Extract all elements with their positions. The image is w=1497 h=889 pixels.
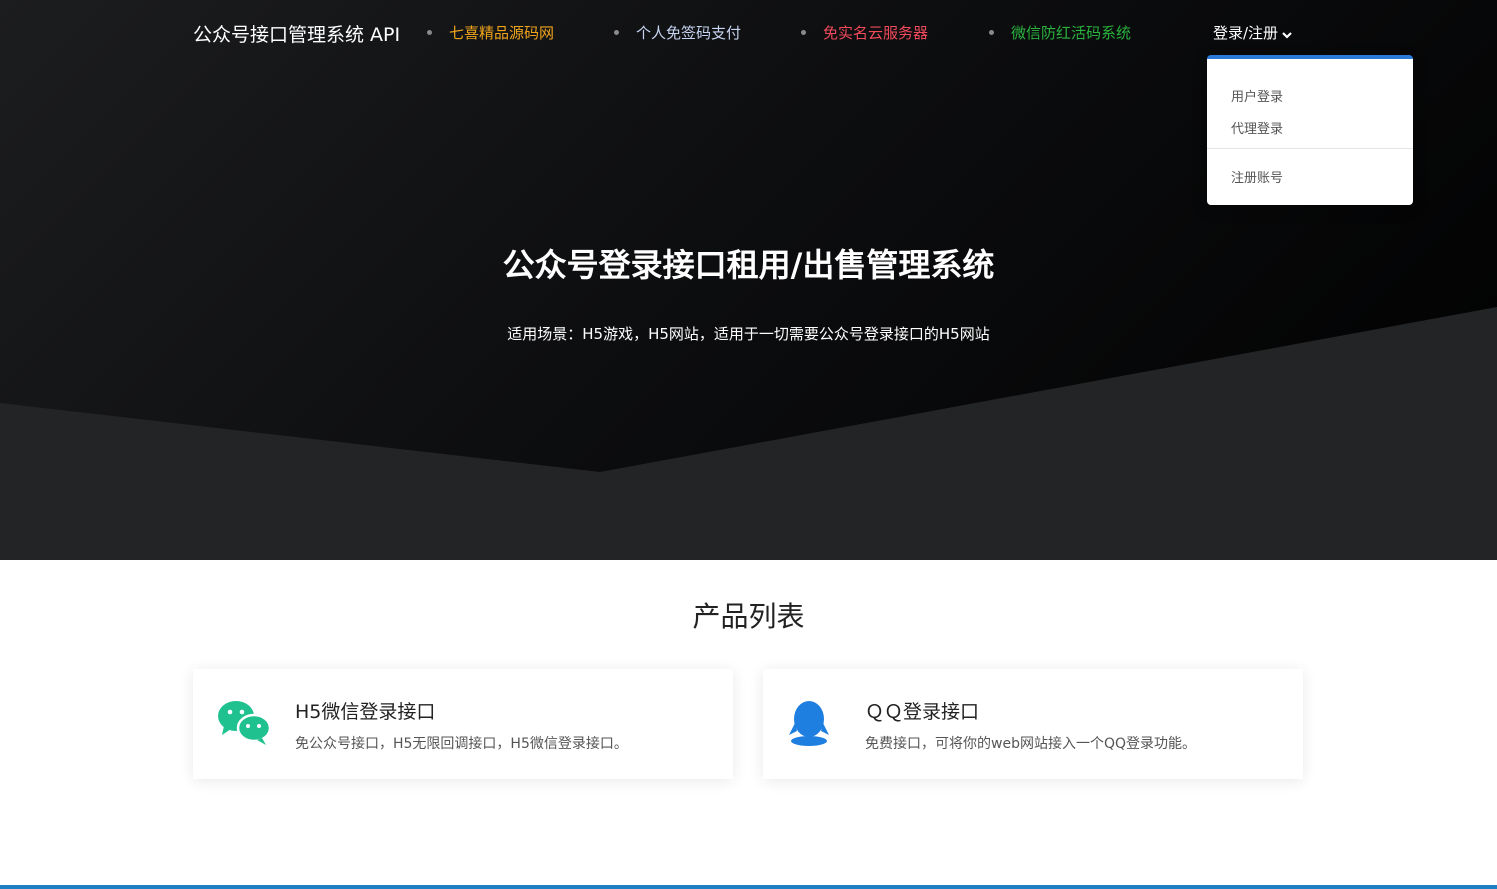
chevron-down-icon [1281, 27, 1293, 39]
nav-link-wechat-qrcode[interactable]: 微信防红活码系统 [1011, 22, 1131, 43]
product-card-wechat[interactable]: H5微信登录接口 免公众号接口，H5无限回调接口，H5微信登录接口。 [193, 669, 733, 779]
menu-item-agent-login[interactable]: 代理登录 [1231, 118, 1283, 137]
products-section-title: 产品列表 [692, 600, 805, 633]
nav-link-payment[interactable]: 个人免签码支付 [636, 22, 741, 43]
bottom-accent-bar [0, 885, 1497, 889]
nav-separator-dot [989, 30, 994, 35]
nav-link-cloud-server[interactable]: 免实名云服务器 [823, 22, 928, 43]
wechat-icon [217, 697, 272, 747]
nav-separator-dot [614, 30, 619, 35]
hero-subtitle: 适用场景：H5游戏，H5网站，适用于一切需要公众号登录接口的H5网站 [507, 325, 990, 343]
nav-separator-dot [427, 30, 432, 35]
product-title: ＱＱ登录接口 [865, 701, 980, 723]
menu-divider [1207, 148, 1413, 149]
product-description: 免公众号接口，H5无限回调接口，H5微信登录接口。 [295, 736, 628, 752]
hero-title: 公众号登录接口租用/出售管理系统 [502, 246, 995, 284]
login-register-label: 登录/注册 [1213, 24, 1279, 42]
nav-separator-dot [801, 30, 806, 35]
product-description: 免费接口，可将你的web网站接入一个QQ登录功能。 [865, 736, 1196, 752]
product-title: H5微信登录接口 [295, 701, 436, 723]
qq-icon [787, 697, 841, 747]
product-card-qq[interactable]: ＱＱ登录接口 免费接口，可将你的web网站接入一个QQ登录功能。 [763, 669, 1303, 779]
login-dropdown-menu: 用户登录 代理登录 注册账号 [1207, 55, 1413, 205]
menu-item-user-login[interactable]: 用户登录 [1231, 86, 1283, 105]
brand-title[interactable]: 公众号接口管理系统 API [193, 20, 400, 47]
menu-item-register[interactable]: 注册账号 [1231, 167, 1283, 186]
login-register-toggle[interactable]: 登录/注册 [1213, 22, 1293, 43]
nav-link-source-code[interactable]: 七喜精品源码网 [449, 22, 554, 43]
